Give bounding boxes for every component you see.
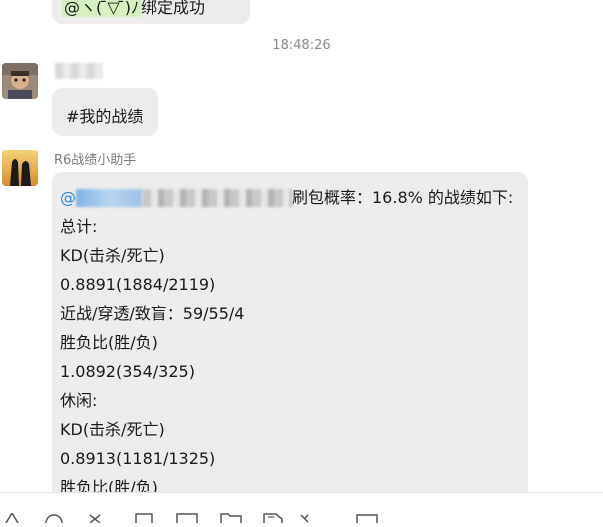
image-icon[interactable] <box>176 509 198 527</box>
mention-at-symbol[interactable]: @ <box>60 187 76 209</box>
user-message-bubble[interactable]: #我的战绩 <box>52 88 158 136</box>
previous-message-text: 绑定成功 <box>140 0 205 17</box>
file-icon[interactable] <box>262 509 284 527</box>
emoji-icon[interactable] <box>44 509 64 527</box>
folder-icon[interactable] <box>220 509 242 527</box>
bot-reply-line: 胜负比(胜/负) <box>60 333 158 352</box>
bot-reply-line: 0.8891(1884/2119) <box>60 275 216 294</box>
bot-reply-line: 胜负比(胜/负) <box>60 478 158 492</box>
bot-reply-bubble[interactable]: @ 刷包概率：16.8% 的战绩如下: 总计: KD(击杀/死亡) 0.8891… <box>52 172 528 492</box>
screenshot-icon[interactable] <box>134 509 154 527</box>
input-toolbar <box>0 492 603 527</box>
bot-reply-line: 1.0892(354/325) <box>60 362 195 381</box>
username-redacted <box>142 189 292 207</box>
bot-reply-line: KD(击杀/死亡) <box>60 246 165 265</box>
document-icon[interactable] <box>298 509 314 527</box>
voice-icon[interactable] <box>356 509 378 527</box>
scissors-icon[interactable] <box>88 509 102 527</box>
user-name-redacted <box>55 63 103 79</box>
bot-reply-line: KD(击杀/死亡) <box>60 420 165 439</box>
user-message-text: #我的战绩 <box>66 107 144 126</box>
bot-reply-line: 近战/穿透/致盲：59/55/4 <box>60 304 245 323</box>
bot-reply-line-text: 刷包概率：16.8% 的战绩如下: <box>292 188 514 207</box>
bot-reply-line: 总计: <box>60 217 98 236</box>
bot-reply-line: 休闲: <box>60 391 98 410</box>
bot-sender-name: R6战绩小助手 <box>54 153 137 168</box>
previous-message-bubble[interactable]: @ヽ( ̄▽ ̄)ﾉ 绑定成功 <box>52 0 250 24</box>
message-timestamp: 18:48:26 <box>272 38 331 53</box>
chat-message-area[interactable]: @ヽ( ̄▽ ̄)ﾉ 绑定成功 18:48:26 #我的战绩 R6战绩小助手 @… <box>0 0 603 492</box>
mention-name-redacted <box>76 189 142 207</box>
bot-reply-content: @ 刷包概率：16.8% 的战绩如下: 总计: KD(击杀/死亡) 0.8891… <box>60 187 520 492</box>
font-icon[interactable] <box>4 509 20 527</box>
bot-avatar[interactable] <box>2 150 38 186</box>
bot-reply-line: 0.8913(1181/1325) <box>60 449 216 468</box>
previous-message-content: @ヽ( ̄▽ ̄)ﾉ 绑定成功 <box>62 0 205 18</box>
bot-reply-line-0: @ 刷包概率：16.8% 的战绩如下: <box>60 187 520 216</box>
mention-text[interactable]: @ヽ( ̄▽ ̄)ﾉ <box>62 0 141 17</box>
user-avatar[interactable] <box>2 63 38 99</box>
